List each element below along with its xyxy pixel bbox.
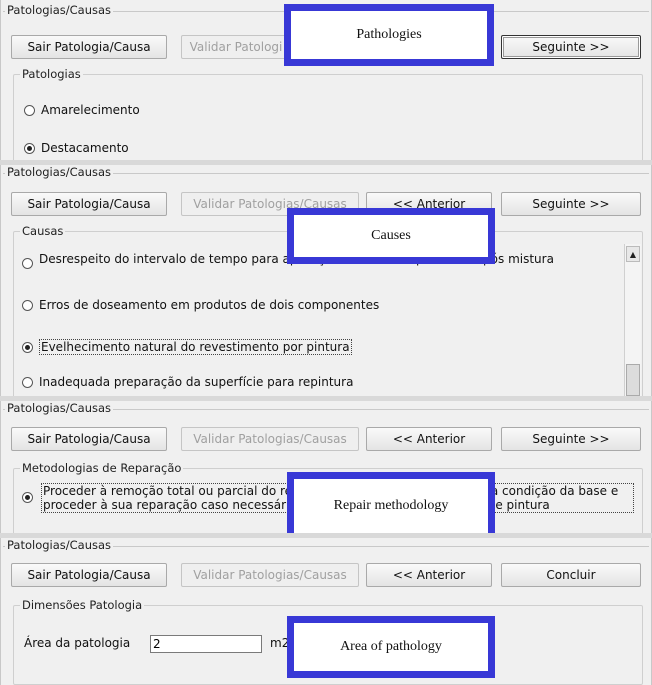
exit-pathology-button[interactable]: Sair Patologia/Causa: [11, 563, 167, 587]
overlay-label: Causes: [287, 208, 495, 264]
scroll-thumb[interactable]: [626, 364, 640, 396]
radio-checked-icon[interactable]: [22, 492, 33, 503]
radio-checked-icon[interactable]: [22, 341, 33, 353]
option-label: Evelhecimento natural do revestimento po…: [39, 339, 352, 355]
option-amarelecimento[interactable]: Amarelecimento: [24, 103, 140, 117]
panel-divider: [0, 160, 652, 165]
previous-button[interactable]: << Anterior: [366, 427, 492, 451]
area-label: Área da patologia: [24, 636, 131, 650]
group-label: Dimensões Patologia: [20, 598, 145, 612]
causes-scrollbar[interactable]: ▲: [624, 244, 641, 398]
radio-unchecked-icon[interactable]: [22, 258, 33, 269]
cause-option-4[interactable]: Inadequada preparação da superfície para…: [22, 375, 353, 389]
exit-pathology-button[interactable]: Sair Patologia/Causa: [11, 427, 167, 451]
scroll-up-icon[interactable]: ▲: [626, 246, 640, 262]
radio-checked-icon[interactable]: [24, 142, 35, 154]
overlay-label: Repair methodology: [287, 472, 495, 540]
panel-title: Patologias/Causas: [5, 3, 114, 17]
finish-button[interactable]: Concluir: [501, 563, 641, 587]
panel-title: Patologias/Causas: [5, 538, 114, 552]
radio-unchecked-icon[interactable]: [22, 299, 33, 311]
next-button[interactable]: Seguinte >>: [501, 35, 641, 59]
validate-button[interactable]: Validar Patologi: [181, 35, 291, 59]
option-label: Erros de doseamento em produtos de dois …: [39, 298, 380, 312]
exit-pathology-button[interactable]: Sair Patologia/Causa: [11, 192, 167, 216]
option-label: Inadequada preparação da superfície para…: [39, 375, 354, 389]
panel-divider: [0, 396, 652, 401]
exit-pathology-button[interactable]: Sair Patologia/Causa: [11, 35, 167, 59]
panel-title: Patologias/Causas: [5, 165, 114, 179]
cause-option-3[interactable]: Evelhecimento natural do revestimento po…: [22, 339, 352, 355]
panel-divider: [0, 533, 652, 538]
option-destacamento[interactable]: Destacamento: [24, 141, 129, 155]
previous-button[interactable]: << Anterior: [366, 563, 492, 587]
radio-unchecked-icon[interactable]: [24, 104, 35, 116]
group-label: Causas: [20, 224, 66, 238]
causes-panel: Patologias/Causas Sair Patologia/Causa V…: [0, 162, 652, 398]
area-input[interactable]: [150, 635, 262, 653]
group-label: Patologias: [20, 67, 83, 81]
group-label: Metodologias de Reparação: [20, 461, 184, 475]
overlay-label: Pathologies: [284, 4, 494, 66]
validate-button[interactable]: Validar Patologias/Causas: [181, 427, 359, 451]
option-label: Destacamento: [41, 141, 129, 155]
cause-option-2[interactable]: Erros de doseamento em produtos de dois …: [22, 298, 379, 312]
pathologies-group: Patologias Amarelecimento Destacamento: [13, 67, 643, 162]
overlay-label: Area of pathology: [287, 616, 495, 678]
radio-unchecked-icon[interactable]: [22, 376, 33, 388]
panel-title: Patologias/Causas: [5, 401, 114, 415]
option-label: Amarelecimento: [41, 103, 140, 117]
next-button[interactable]: Seguinte >>: [501, 427, 641, 451]
validate-button[interactable]: Validar Patologias/Causas: [181, 563, 359, 587]
next-button[interactable]: Seguinte >>: [501, 192, 641, 216]
